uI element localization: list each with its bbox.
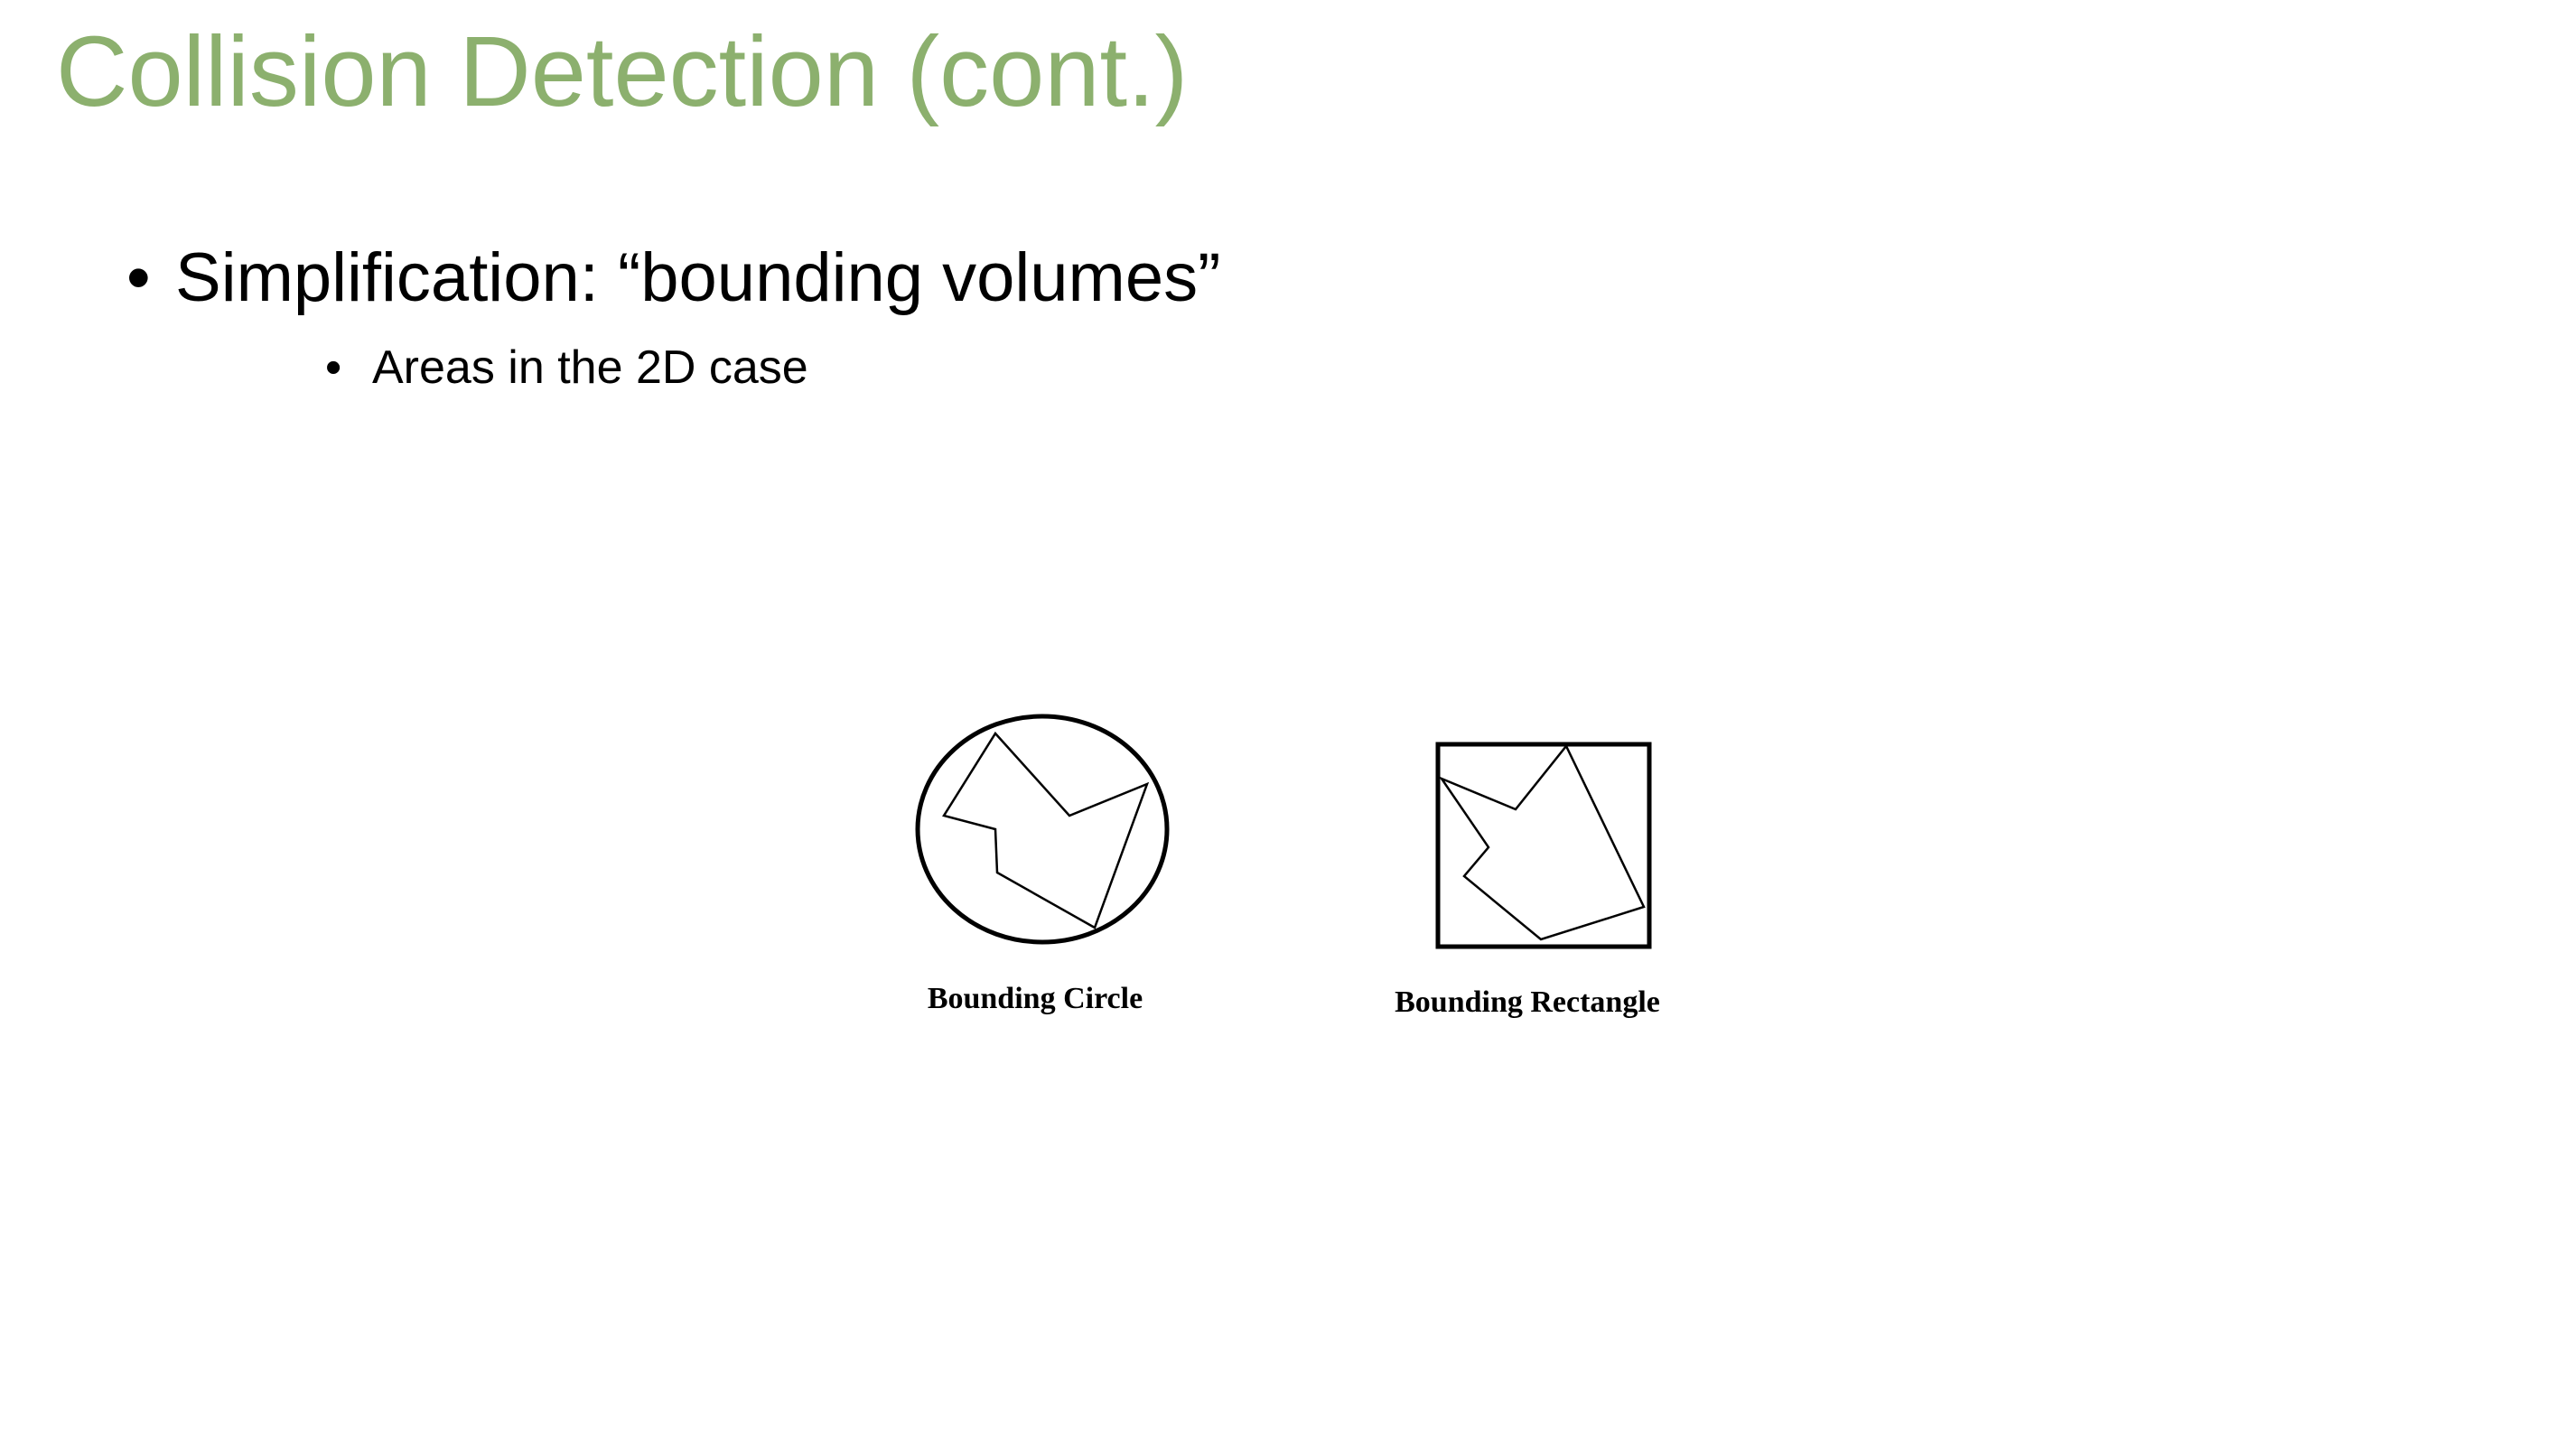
enclosed-polygon-shape (1438, 743, 1646, 941)
bounding-circle-label: Bounding Circle (928, 982, 1143, 1015)
bounding-volumes-figure: Bounding Circle Bounding Rectangle (915, 714, 1660, 1019)
bounding-circle-diagram: Bounding Circle (915, 714, 1170, 1015)
bounding-rectangle-diagram: Bounding Rectangle (1395, 742, 1660, 1019)
bounding-rectangle-label: Bounding Rectangle (1395, 985, 1660, 1019)
enclosed-polygon-shape (942, 731, 1150, 929)
